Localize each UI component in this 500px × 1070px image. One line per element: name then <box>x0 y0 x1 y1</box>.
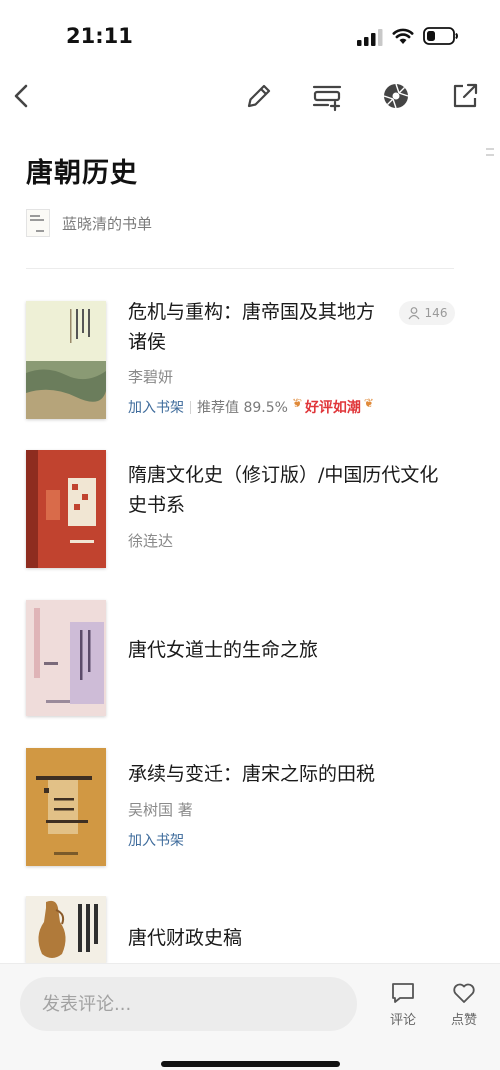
add-to-shelf-button[interactable]: 加入书架 <box>128 397 184 417</box>
toolbar <box>0 72 500 122</box>
list-item[interactable]: 唐代财政史稿 <box>0 896 500 963</box>
book-cover[interactable] <box>26 600 106 716</box>
recommend-value: 推荐值 89.5% <box>197 400 288 416</box>
book-meta: 加入书架 <box>128 830 184 850</box>
book-author[interactable]: 徐连达 <box>128 530 173 551</box>
separator <box>190 400 191 414</box>
book-title[interactable]: 隋唐文化史（修订版）/中国历代文化史书系 <box>128 460 450 520</box>
like-button[interactable]: 点赞 <box>444 981 484 1028</box>
divider <box>26 268 454 269</box>
list-item[interactable]: 承续与变迁：唐宋之际的田税 吴树国 著 加入书架 <box>0 748 500 868</box>
rating-badge: 好评如潮 <box>294 396 374 417</box>
status-bar: 21:11 <box>0 0 500 70</box>
book-title[interactable]: 唐代财政史稿 <box>128 923 450 953</box>
page-title: 唐朝历史 <box>26 158 138 189</box>
book-title[interactable]: 唐代女道士的生命之旅 <box>128 635 450 665</box>
comment-button[interactable]: 评论 <box>383 981 423 1028</box>
back-button[interactable] <box>6 80 38 112</box>
export-icon[interactable] <box>449 80 481 112</box>
book-author[interactable]: 李碧妍 <box>128 366 173 387</box>
signal-icon <box>357 29 383 46</box>
like-label: 点赞 <box>450 1013 477 1028</box>
comment-label: 评论 <box>389 1013 416 1028</box>
bottom-bar: 评论 点赞 <box>0 963 500 1070</box>
person-icon <box>408 307 420 320</box>
book-cover[interactable] <box>26 450 106 568</box>
book-cover[interactable] <box>26 896 106 963</box>
avatar[interactable] <box>26 209 50 237</box>
add-to-list-icon[interactable] <box>311 80 343 112</box>
owner-row[interactable]: 蓝晓清的书单 <box>26 208 152 238</box>
battery-icon <box>423 27 458 45</box>
readers-count[interactable]: 146 <box>399 301 455 325</box>
wifi-icon <box>392 28 414 44</box>
list-item[interactable]: 隋唐文化史（修订版）/中国历代文化史书系 徐连达 <box>0 450 500 570</box>
book-meta: 加入书架 推荐值 89.5% 好评如潮 <box>128 396 374 417</box>
comment-input[interactable] <box>20 977 357 1031</box>
list-item[interactable]: 危机与重构：唐帝国及其地方诸侯 146 李碧妍 加入书架 推荐值 89.5% 好… <box>0 300 500 420</box>
status-time: 21:11 <box>66 24 133 48</box>
book-title[interactable]: 承续与变迁：唐宋之际的田税 <box>128 759 450 789</box>
shutter-icon[interactable] <box>380 80 412 112</box>
scroll-handle-icon[interactable] <box>484 146 496 158</box>
home-indicator <box>161 1061 340 1067</box>
heart-icon <box>453 983 475 1003</box>
owner-name[interactable]: 蓝晓清的书单 <box>62 213 152 234</box>
edit-icon[interactable] <box>243 80 275 112</box>
list-item[interactable]: 唐代女道士的生命之旅 <box>0 600 500 720</box>
book-cover[interactable] <box>26 748 106 866</box>
add-to-shelf-button[interactable]: 加入书架 <box>128 830 184 850</box>
comment-icon <box>392 983 414 1003</box>
book-cover[interactable] <box>26 301 106 419</box>
readers-count-text: 146 <box>424 306 448 320</box>
book-title[interactable]: 危机与重构：唐帝国及其地方诸侯 <box>128 297 390 357</box>
book-author[interactable]: 吴树国 著 <box>128 799 193 820</box>
